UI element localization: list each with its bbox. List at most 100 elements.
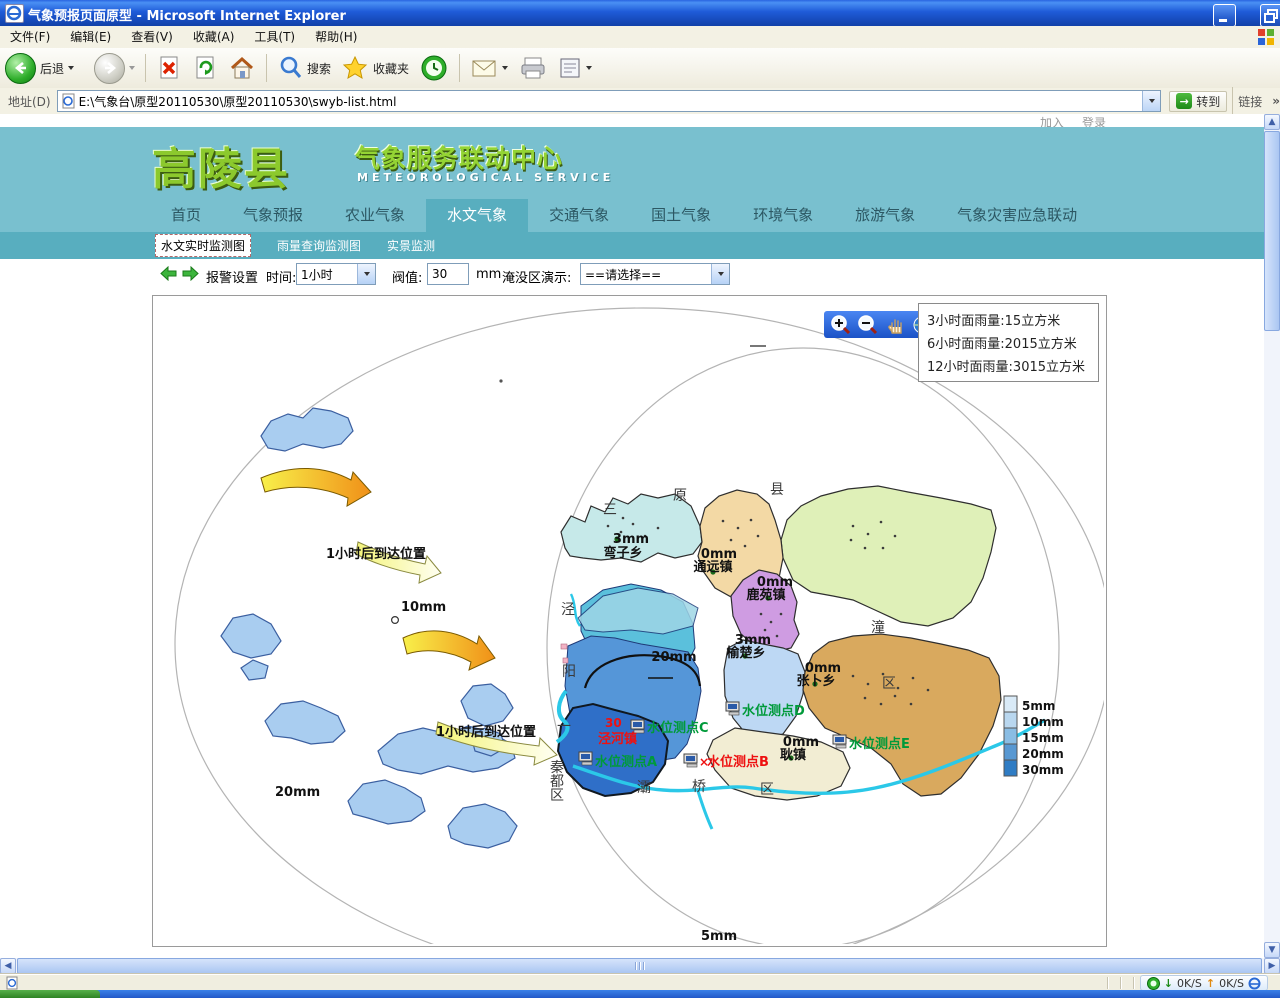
go-button[interactable]: → 转到 [1169,91,1227,112]
logo-county-name: 高陵县 [152,133,290,197]
subnav-live-view[interactable]: 实景监测 [387,237,435,254]
map-zoom-in-icon[interactable] [830,314,852,336]
flood-demo-select[interactable]: ==请选择== [580,263,730,285]
alarm-settings-label: 报警设置 [206,267,258,286]
search-button[interactable]: 搜索 [272,54,336,82]
menu-tools[interactable]: 工具(T) [244,26,305,48]
favorites-button[interactable]: 收藏夹 [336,54,414,82]
mail-button[interactable] [465,56,513,80]
edit-button[interactable] [553,56,597,80]
svg-text:阳: 阳 [562,664,576,680]
forward-dropdown-icon [129,66,135,70]
scroll-left-button[interactable]: ◀ [0,958,16,974]
menu-view[interactable]: 查看(V) [121,26,183,48]
nav-traffic[interactable]: 交通气象 [528,199,630,232]
menu-file[interactable]: 文件(F) [0,26,60,48]
time-select-dropdown-icon[interactable] [357,264,375,284]
nav-weather-forecast[interactable]: 气象预报 [222,199,324,232]
svg-text:耿镇: 耿镇 [780,747,806,763]
svg-text:桥: 桥 [692,779,706,795]
address-bar: 地址(D) E:\气象台\原型20110530\原型20110530\swyb-… [0,88,1280,115]
refresh-button[interactable] [187,54,223,82]
back-label: 后退 [40,60,64,77]
favorites-label: 收藏夹 [373,60,409,77]
toolbar-separator [266,54,267,82]
ie-tray-icon [1248,977,1261,990]
home-button[interactable] [223,54,261,82]
history-button[interactable] [414,53,454,83]
vertical-scroll-thumb[interactable] [1264,131,1280,331]
links-more-icon[interactable]: » [1272,94,1280,108]
horizontal-scrollbar[interactable]: ◀ ▶ [0,958,1280,974]
time-select[interactable]: 1小时 [296,263,376,285]
nav-land[interactable]: 国土气象 [630,199,732,232]
subnav-rain-query[interactable]: 雨量查询监测图 [277,237,361,254]
map-pan-hand-icon[interactable] [884,314,906,336]
time-label: 时间: [266,267,296,286]
next-arrow-button[interactable] [182,266,199,285]
links-label[interactable]: 链接 [1238,93,1262,110]
hydrology-map[interactable]: 1小时后到达位置 1小时后到达位置 10mm 20mm 5mm [152,295,1107,947]
svg-text:三: 三 [603,502,617,518]
prev-arrow-button[interactable] [160,266,177,285]
back-button[interactable]: 后退 [0,53,79,84]
start-button[interactable] [0,990,100,998]
stop-button[interactable] [151,54,187,82]
map-canvas: 1小时后到达位置 1小时后到达位置 10mm 20mm 5mm [153,296,1104,944]
main-nav: 首页 气象预报 农业气象 水文气象 交通气象 国土气象 环境气象 旅游气象 气象… [0,199,1264,232]
nav-home[interactable]: 首页 [150,199,222,232]
menu-favorites[interactable]: 收藏(A) [183,26,245,48]
upload-arrow-icon: ↑ [1206,977,1215,990]
svg-text:3mm: 3mm [613,532,649,547]
svg-text:水位测点B: 水位测点B [707,754,769,770]
nav-tourism[interactable]: 旅游气象 [834,199,936,232]
print-button[interactable] [513,55,553,81]
nav-environment[interactable]: 环境气象 [732,199,834,232]
subnav-realtime-monitor[interactable]: 水文实时监测图 [155,234,251,257]
flood-demo-label: 淹没区演示: [502,267,571,286]
toolbar-separator [145,54,146,82]
svg-text:通远镇: 通远镇 [693,559,732,575]
scroll-down-button[interactable]: ▼ [1264,942,1280,958]
station-icon-d [726,702,739,715]
ie-toolbar: 后退 [0,48,1280,89]
address-value: E:\气象台\原型20110530\原型20110530\swyb-list.h… [79,93,397,110]
windows-taskbar[interactable] [0,990,1280,998]
forward-button[interactable] [89,53,140,84]
address-dropdown-button[interactable] [1142,91,1160,111]
svg-text:水位测点E: 水位测点E [849,736,910,752]
svg-text:泾河镇: 泾河镇 [598,731,637,747]
time-select-value: 1小时 [301,266,333,283]
minimize-button[interactable] [1213,4,1236,27]
scroll-up-button[interactable]: ▲ [1264,114,1280,130]
address-input[interactable]: E:\气象台\原型20110530\原型20110530\swyb-list.h… [57,90,1162,112]
network-speed-indicator: ↓ 0K/S ↑ 0K/S [1140,975,1268,991]
stop-icon [156,54,182,82]
threshold-value: 30 [432,267,447,281]
edit-dropdown-icon[interactable] [586,66,592,70]
download-speed: 0K/S [1177,977,1202,990]
svg-text:30mm: 30mm [1022,763,1064,777]
back-dropdown-icon[interactable] [68,66,74,70]
flood-select-dropdown-icon[interactable] [711,264,729,284]
rain-legend: 5mm 10mm 15mm 20mm 30mm [1004,696,1064,777]
print-icon [518,55,548,81]
download-arrow-icon: ↓ [1164,977,1173,990]
menu-edit[interactable]: 编辑(E) [60,26,121,48]
scroll-right-button[interactable]: ▶ [1264,958,1280,974]
mail-dropdown-icon[interactable] [502,66,508,70]
favorites-star-icon [341,54,369,82]
map-zoom-out-icon[interactable] [857,314,879,336]
restore-button[interactable] [1260,4,1280,27]
threshold-input[interactable]: 30 [427,263,469,285]
nav-hydrology[interactable]: 水文气象 [426,199,528,232]
menu-bar: 文件(F) 编辑(E) 查看(V) 收藏(A) 工具(T) 帮助(H) [0,26,1280,49]
svg-text:1小时后到达位置: 1小时后到达位置 [436,724,536,740]
nav-disaster-emergency[interactable]: 气象灾害应急联动 [936,199,1098,232]
horizontal-scroll-thumb[interactable] [17,958,1262,974]
forward-icon [94,53,125,84]
nav-agriculture[interactable]: 农业气象 [324,199,426,232]
go-label: 转到 [1196,93,1220,110]
vertical-scrollbar[interactable]: ▲ ▼ [1264,114,1280,958]
menu-help[interactable]: 帮助(H) [305,26,367,48]
